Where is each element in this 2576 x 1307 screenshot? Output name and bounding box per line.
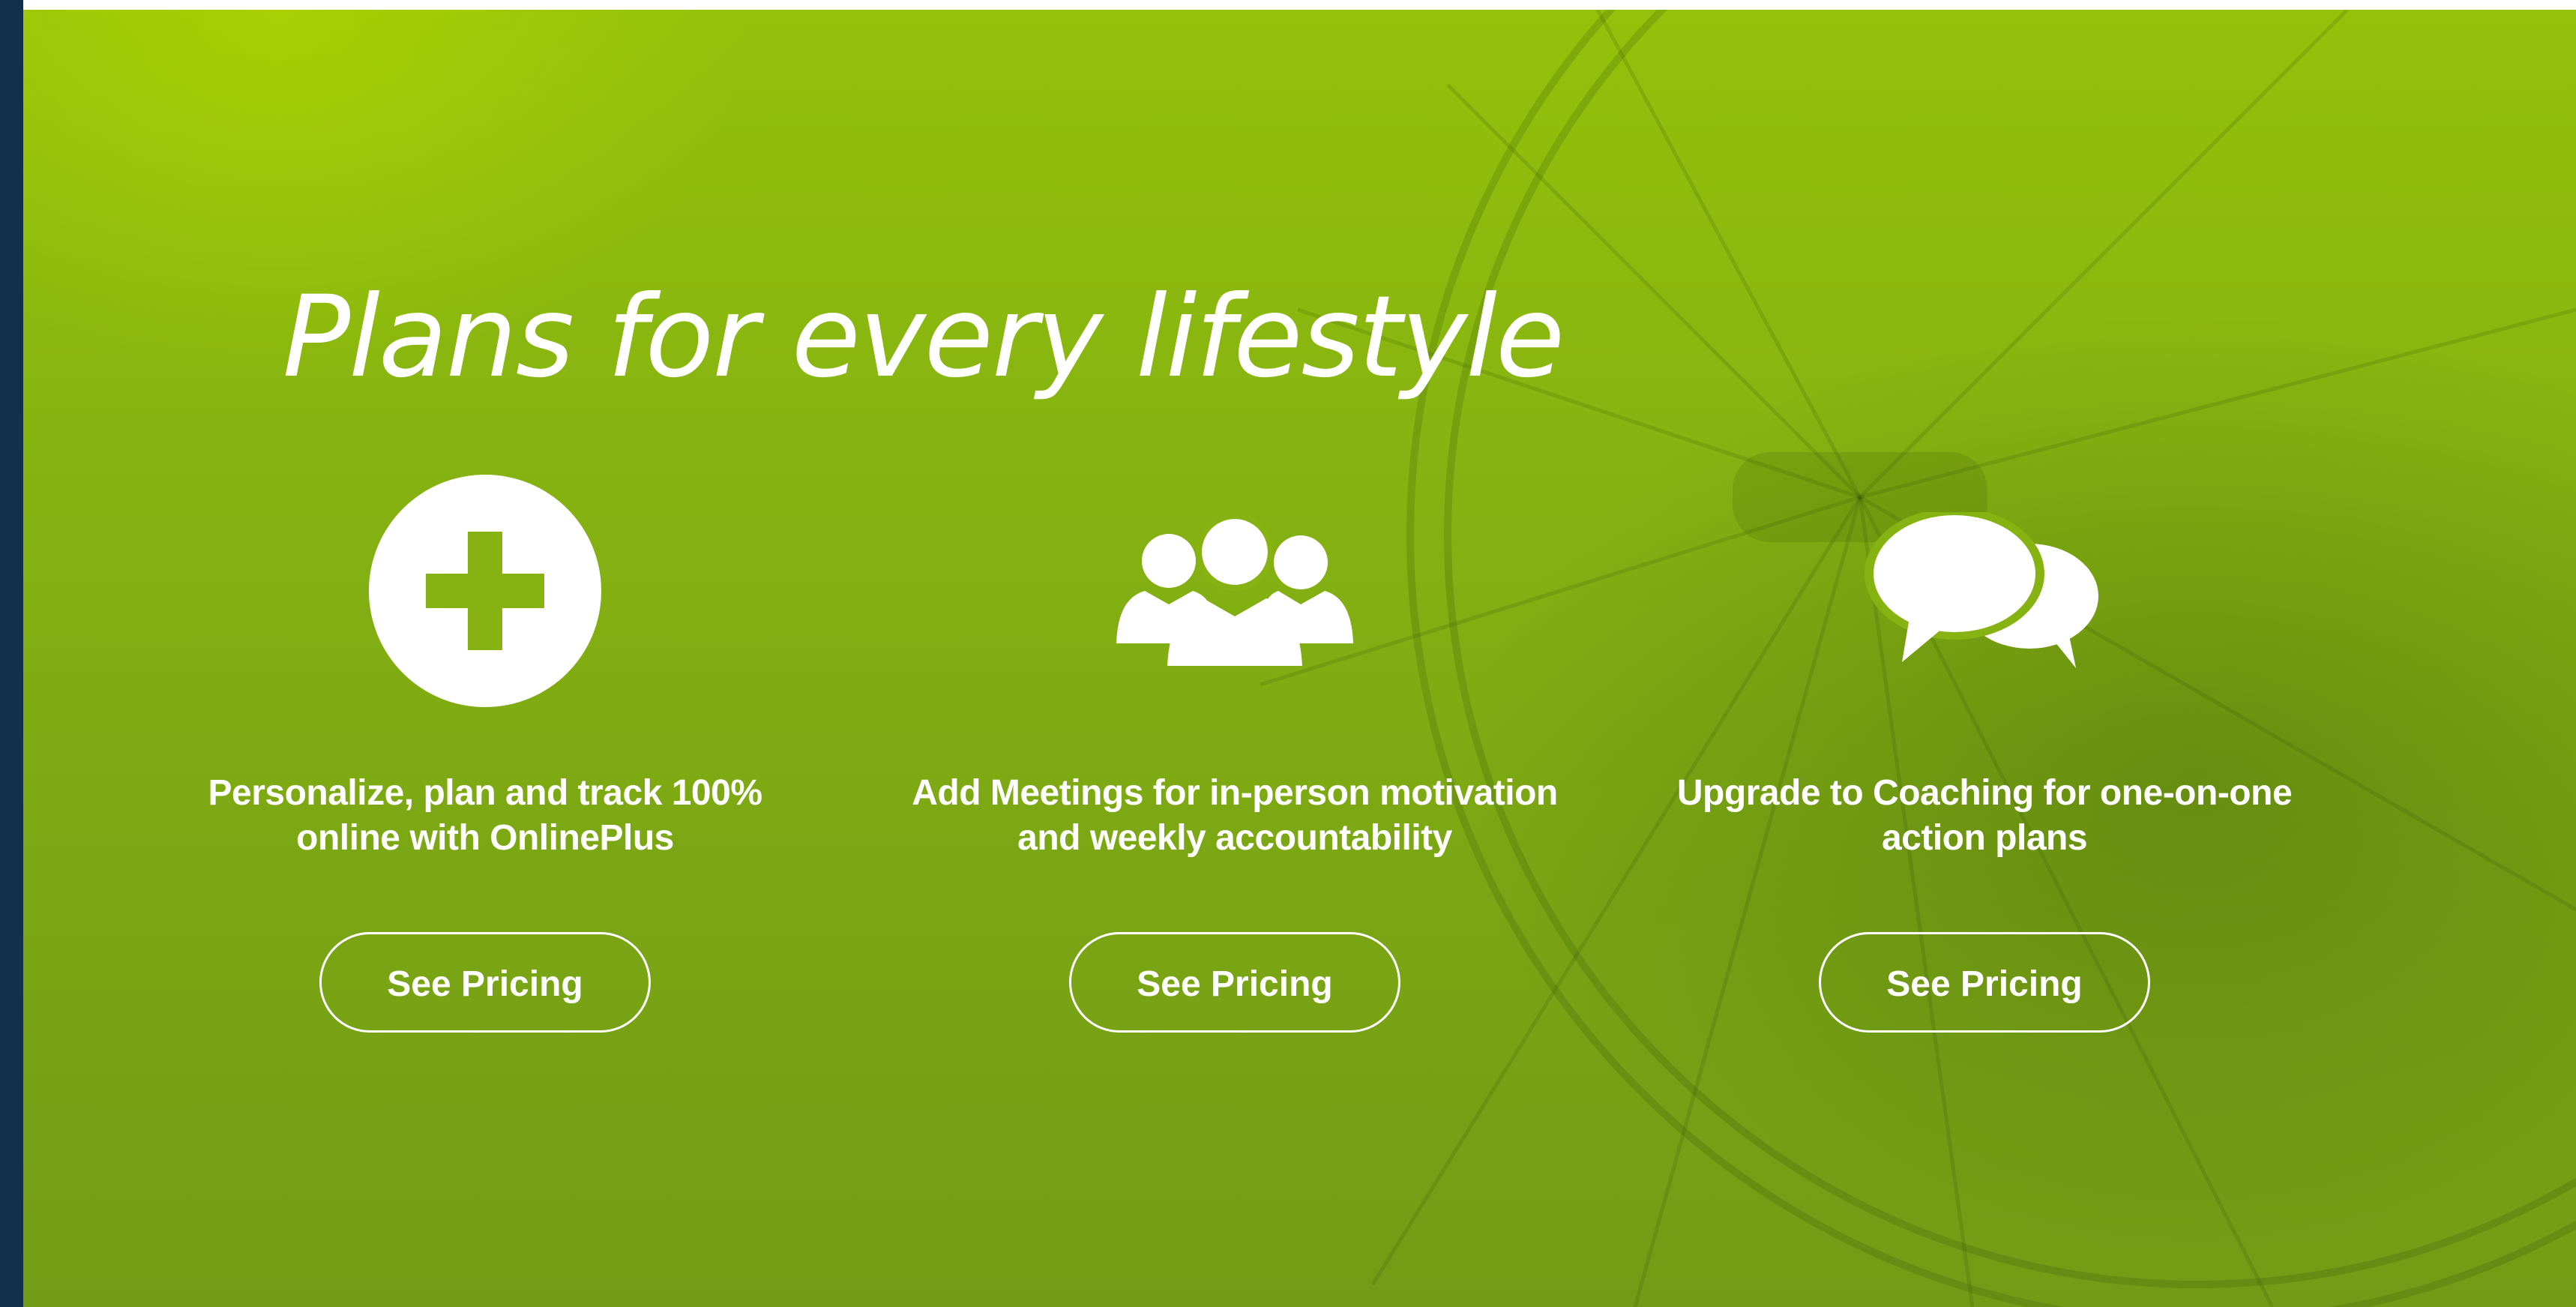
page-title: Plans for every lifestyle [23,272,2576,403]
plan-description: Upgrade to Coaching for one-on-one actio… [1676,773,2293,858]
see-pricing-button[interactable]: See Pricing [1069,932,1400,1033]
page-title-text: Plans for every lifestyle [282,272,1565,403]
see-pricing-button[interactable]: See Pricing [1819,932,2150,1033]
plan-description: Personalize, plan and track 100% online … [208,773,763,858]
plan-coaching: Upgrade to Coaching for one-on-one actio… [1647,471,2322,1033]
plan-description: Add Meetings for in-person motivation an… [912,773,1558,858]
top-edge [23,0,2576,10]
hero-section: Plans for every lifestyle Personalize, p… [23,10,2576,1307]
chat-bubbles-icon [1647,471,2322,711]
plus-circle-icon [148,471,822,711]
plan-meetings: Add Meetings for in-person motivation an… [897,471,1572,1033]
see-pricing-button[interactable]: See Pricing [319,932,651,1033]
plan-onlineplus: Personalize, plan and track 100% online … [148,471,822,1033]
group-people-icon [897,471,1572,711]
